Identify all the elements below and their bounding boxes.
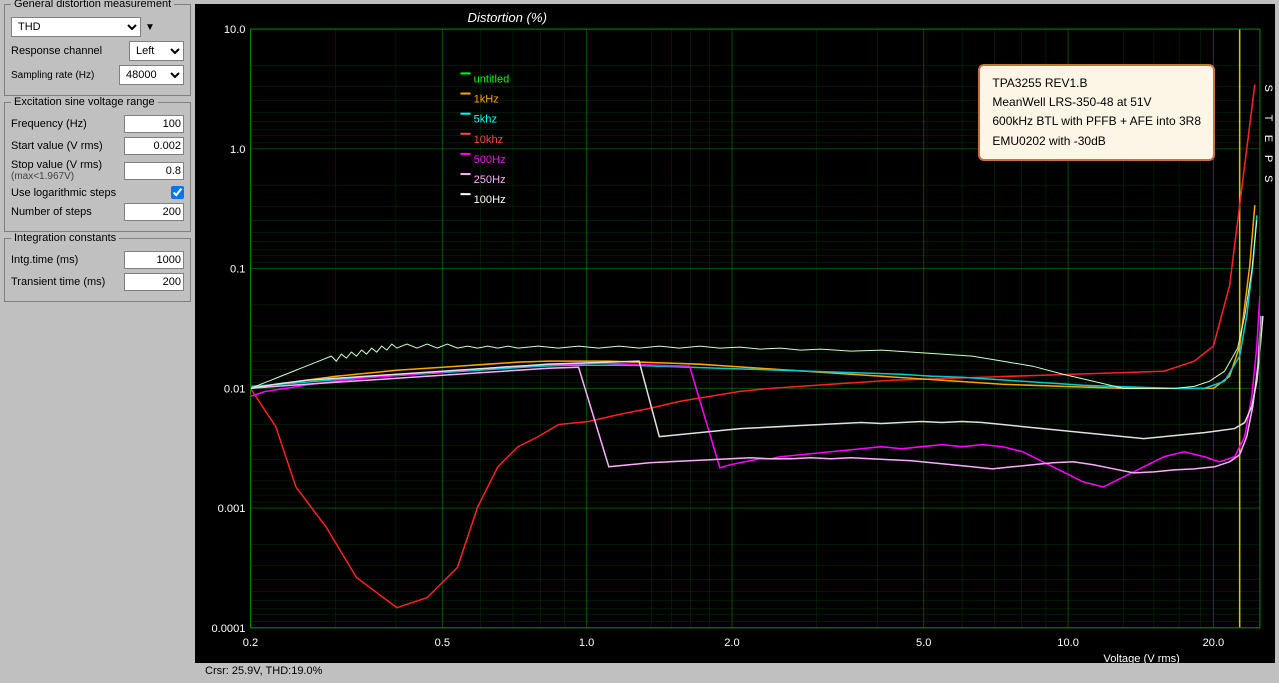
annotation-line3: 600kHz BTL with PFFB + AFE into 3R8 (992, 112, 1201, 131)
chart-area: 10.0 1.0 0.1 0.01 0.001 0.0001 0.2 0.5 1… (195, 0, 1279, 683)
svg-text:10khz: 10khz (474, 134, 504, 146)
sampling-rate-row: Sampling rate (Hz) 44100 48000 96000 192… (11, 65, 184, 85)
svg-text:500Hz: 500Hz (474, 154, 506, 166)
svg-text:2.0: 2.0 (724, 637, 739, 649)
svg-text:T: T (1262, 115, 1274, 122)
log-steps-row: Use logarithmic steps (11, 186, 184, 199)
stop-value-sublabel: (max<1.967V) (11, 171, 120, 182)
svg-text:0.01: 0.01 (224, 383, 246, 395)
num-steps-input[interactable] (124, 203, 184, 221)
frequency-label: Frequency (Hz) (11, 118, 120, 130)
integration-title: Integration constants (11, 232, 119, 244)
annotation-line1: TPA3255 REV1.B (992, 74, 1201, 93)
transient-time-input[interactable] (124, 273, 184, 291)
stop-value-row: Stop value (V rms) (max<1.967V) (11, 159, 184, 182)
annotation-line4: EMU0202 with -30dB (992, 132, 1201, 151)
transient-time-row: Transient time (ms) (11, 273, 184, 291)
measure-dropdown-arrow: ▼ (145, 22, 155, 33)
cursor-text: Crsr: 25.9V, THD:19.0% (205, 665, 322, 677)
sampling-rate-select[interactable]: 44100 48000 96000 192000 (119, 65, 184, 85)
annotation-line2: MeanWell LRS-350-48 at 51V (992, 93, 1201, 112)
svg-text:0.1: 0.1 (230, 264, 245, 276)
svg-text:S: S (1262, 84, 1274, 91)
svg-text:0.0001: 0.0001 (212, 623, 246, 635)
log-steps-label: Use logarithmic steps (11, 187, 167, 199)
measure-type-select[interactable]: THD THD+N SINAD (11, 17, 141, 37)
stop-value-input[interactable] (124, 162, 184, 180)
measure-type-row: THD THD+N SINAD ▼ (11, 17, 184, 37)
stop-value-label: Stop value (V rms) (11, 159, 120, 171)
frequency-input[interactable] (124, 115, 184, 133)
svg-text:250Hz: 250Hz (474, 174, 506, 186)
svg-text:E: E (1262, 135, 1274, 142)
start-value-input[interactable] (124, 137, 184, 155)
intg-time-label: Intg.time (ms) (11, 254, 120, 266)
svg-text:100Hz: 100Hz (474, 194, 506, 206)
start-value-label: Start value (V rms) (11, 140, 120, 152)
frequency-row: Frequency (Hz) (11, 115, 184, 133)
num-steps-label: Number of steps (11, 206, 120, 218)
svg-text:1kHz: 1kHz (474, 94, 499, 106)
svg-text:0.2: 0.2 (243, 637, 258, 649)
svg-text:10.0: 10.0 (1057, 637, 1079, 649)
svg-text:0.001: 0.001 (218, 503, 246, 515)
cursor-bar: Crsr: 25.9V, THD:19.0% (195, 663, 1275, 679)
intg-time-input[interactable] (124, 251, 184, 269)
sampling-rate-label: Sampling rate (Hz) (11, 70, 115, 81)
svg-text:S: S (1262, 175, 1274, 182)
chart-container[interactable]: 10.0 1.0 0.1 0.01 0.001 0.0001 0.2 0.5 1… (195, 4, 1275, 663)
svg-text:5khz: 5khz (474, 114, 497, 126)
svg-text:untitled: untitled (474, 73, 510, 85)
log-steps-checkbox[interactable] (171, 186, 184, 199)
excitation-voltage-title: Excitation sine voltage range (11, 96, 158, 108)
response-channel-label: Response channel (11, 45, 125, 57)
svg-text:1.0: 1.0 (230, 144, 245, 156)
svg-text:0.5: 0.5 (435, 637, 450, 649)
left-panel: General distortion measurement THD THD+N… (0, 0, 195, 683)
excitation-voltage-group: Excitation sine voltage range Frequency … (4, 102, 191, 232)
svg-text:1.0: 1.0 (579, 637, 594, 649)
response-channel-select[interactable]: Left Right (129, 41, 184, 61)
svg-text:P: P (1262, 155, 1274, 162)
start-value-row: Start value (V rms) (11, 137, 184, 155)
integration-group: Integration constants Intg.time (ms) Tra… (4, 238, 191, 302)
svg-text:Voltage (V rms): Voltage (V rms) (1103, 653, 1179, 663)
response-channel-row: Response channel Left Right (11, 41, 184, 61)
annotation-box: TPA3255 REV1.B MeanWell LRS-350-48 at 51… (978, 64, 1215, 161)
svg-text:Distortion (%): Distortion (%) (468, 10, 547, 25)
general-distortion-title: General distortion measurement (11, 0, 174, 10)
num-steps-row: Number of steps (11, 203, 184, 221)
intg-time-row: Intg.time (ms) (11, 251, 184, 269)
svg-text:20.0: 20.0 (1203, 637, 1225, 649)
svg-text:10.0: 10.0 (224, 24, 246, 36)
svg-text:5.0: 5.0 (916, 637, 931, 649)
transient-time-label: Transient time (ms) (11, 276, 120, 288)
general-distortion-group: General distortion measurement THD THD+N… (4, 4, 191, 96)
